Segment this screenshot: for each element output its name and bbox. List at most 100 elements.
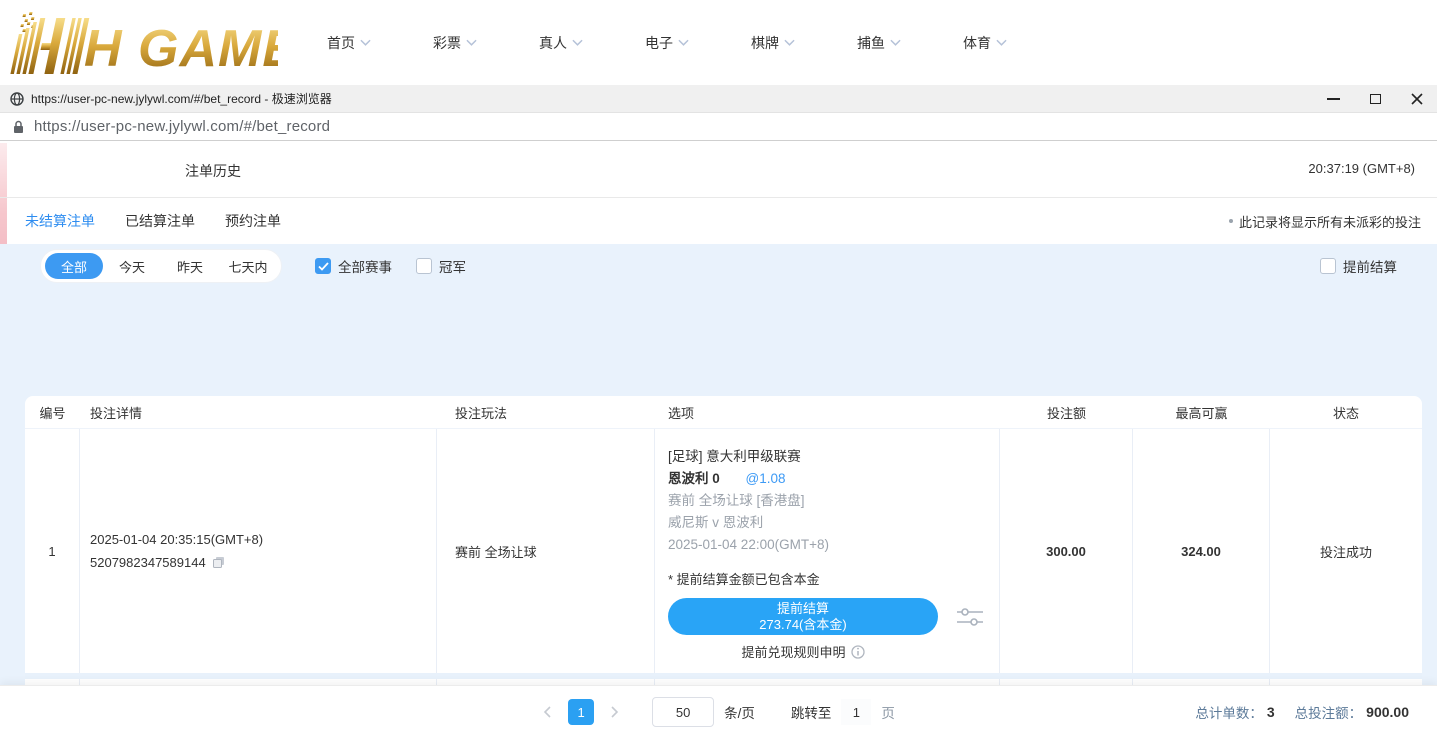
record-note-text: 此记录将显示所有未派彩的投注 — [1239, 212, 1421, 231]
bullet-dot-icon — [1229, 219, 1233, 223]
date-filter-yesterday[interactable]: 昨天 — [161, 253, 219, 279]
tab-unsettled[interactable]: 未结算注单 — [25, 211, 95, 231]
page-title: 注单历史 — [185, 161, 241, 181]
nav-item-slots[interactable]: 电子 — [645, 33, 689, 53]
date-filter-today[interactable]: 今天 — [103, 253, 161, 279]
record-tabs: 未结算注单 已结算注单 预约注单 — [25, 198, 281, 244]
date-filter-seven-days[interactable]: 七天内 — [219, 253, 277, 279]
nav-label: 彩票 — [433, 33, 461, 53]
bet-time: 2025-01-04 20:35:15(GMT+8) — [90, 528, 436, 551]
page-title-row: 注单历史 20:37:19 (GMT+8) — [0, 141, 1437, 197]
info-icon — [851, 645, 865, 659]
bet-id: 5207982347589144 — [90, 551, 206, 574]
lock-icon — [13, 120, 24, 134]
chevron-down-icon — [360, 39, 371, 46]
checkbox-unchecked-icon — [416, 258, 432, 274]
globe-icon — [10, 92, 24, 106]
match-teams: 威尼斯 v 恩波利 — [668, 512, 999, 534]
total-amount-value: 900.00 — [1366, 704, 1409, 720]
total-count-value: 3 — [1267, 704, 1275, 720]
chevron-down-icon — [784, 39, 795, 46]
col-header-no: 编号 — [25, 403, 80, 422]
url-text: https://user-pc-new.jylywl.com/#/bet_rec… — [34, 118, 330, 135]
copy-icon[interactable] — [212, 556, 225, 569]
date-filter-segment: 全部 今天 昨天 七天内 — [40, 249, 282, 283]
tab-settled[interactable]: 已结算注单 — [125, 211, 195, 231]
page-number-button[interactable]: 1 — [568, 699, 594, 725]
per-page-label: 条/页 — [724, 702, 755, 722]
page-content: 注单历史 20:37:19 (GMT+8) 未结算注单 已结算注单 预约注单 此… — [0, 141, 1437, 685]
nav-label: 体育 — [963, 33, 991, 53]
svg-text:H GAME: H GAME — [84, 20, 278, 76]
chevron-down-icon — [466, 39, 477, 46]
nav-label: 棋牌 — [751, 33, 779, 53]
pagination-footer: 1 条/页 跳转至 页 总计单数： 3 总投注额： 900.00 — [0, 685, 1437, 737]
window-controls — [1327, 85, 1423, 113]
champion-checkbox[interactable]: 冠军 — [416, 256, 466, 276]
nav-item-live[interactable]: 真人 — [539, 33, 583, 53]
champion-label: 冠军 — [439, 256, 466, 276]
early-settlement-filter: 提前结算 — [1320, 249, 1397, 283]
hh-game-logo[interactable]: H GAME — [8, 10, 278, 76]
col-header-option: 选项 — [655, 403, 1000, 422]
main-nav: 首页 彩票 真人 电子 棋牌 捕鱼 — [327, 0, 1007, 85]
prev-page-icon[interactable] — [542, 706, 554, 718]
nav-item-chess[interactable]: 棋牌 — [751, 33, 795, 53]
col-header-detail: 投注详情 — [80, 403, 437, 422]
close-icon[interactable] — [1411, 93, 1423, 105]
clock-text: 20:37:19 (GMT+8) — [1308, 161, 1415, 176]
early-settlement-label: 提前结算 — [1343, 256, 1397, 276]
cell-no: 1 — [25, 429, 80, 673]
record-note: 此记录将显示所有未派彩的投注 — [1229, 198, 1421, 244]
cashout-button[interactable]: 提前结算 273.74(含本金) — [668, 598, 938, 635]
nav-label: 首页 — [327, 33, 355, 53]
minimize-icon[interactable] — [1327, 98, 1340, 100]
cell-status: 投注成功 — [1270, 429, 1422, 673]
cashout-button-label: 提前结算 — [777, 601, 829, 617]
chevron-down-icon — [678, 39, 689, 46]
next-page-icon[interactable] — [608, 706, 620, 718]
date-filter-all[interactable]: 全部 — [45, 253, 103, 279]
nav-label: 电子 — [645, 33, 673, 53]
jump-page-input[interactable] — [841, 699, 871, 725]
address-bar[interactable]: https://user-pc-new.jylywl.com/#/bet_rec… — [0, 113, 1437, 141]
checkbox-unchecked-icon — [1320, 258, 1336, 274]
site-header: H GAME 首页 彩票 真人 电子 棋牌 — [0, 0, 1437, 85]
chevron-down-icon — [572, 39, 583, 46]
all-events-checkbox[interactable]: 全部赛事 — [315, 256, 392, 276]
cashout-rule-link[interactable]: 提前兑现规则申明 — [668, 642, 938, 661]
tab-reserved[interactable]: 预约注单 — [225, 211, 281, 231]
sliders-icon[interactable] — [956, 606, 984, 628]
nav-item-lottery[interactable]: 彩票 — [433, 33, 477, 53]
league-name: [足球] 意大利甲级联赛 — [668, 446, 999, 468]
early-settle-note: * 提前结算金额已包含本金 — [668, 569, 999, 591]
cell-bet-detail: 2025-01-04 20:35:15(GMT+8) 5207982347589… — [80, 429, 437, 673]
event-filters: 全部赛事 冠军 — [315, 249, 466, 283]
col-header-amount: 投注额 — [1000, 403, 1133, 422]
bet-table: 编号 投注详情 投注玩法 选项 投注额 最高可赢 状态 1 2025-01-04… — [25, 396, 1422, 685]
pick-name: 恩波利 0 — [668, 471, 720, 486]
nav-item-home[interactable]: 首页 — [327, 33, 371, 53]
maximize-icon[interactable] — [1370, 94, 1381, 104]
table-header-row: 编号 投注详情 投注玩法 选项 投注额 最高可赢 状态 — [25, 396, 1422, 429]
market-type: 赛前 全场让球 [香港盘] — [668, 490, 999, 512]
all-events-label: 全部赛事 — [338, 256, 392, 276]
nav-item-sports[interactable]: 体育 — [963, 33, 1007, 53]
page-size-input[interactable] — [652, 697, 714, 727]
cell-bet-amount: 300.00 — [1000, 429, 1133, 673]
cell-max-win: 324.00 — [1133, 429, 1270, 673]
cashout-rule-text: 提前兑现规则申明 — [741, 642, 845, 661]
totals-summary: 总计单数： 3 总投注额： 900.00 — [1195, 686, 1409, 737]
total-count-label: 总计单数： — [1195, 702, 1263, 722]
col-header-max-win: 最高可赢 — [1133, 403, 1270, 422]
col-header-status: 状态 — [1270, 403, 1422, 422]
page-unit-label: 页 — [881, 702, 895, 722]
nav-item-fishing[interactable]: 捕鱼 — [857, 33, 901, 53]
col-header-play: 投注玩法 — [437, 403, 655, 422]
bet-record-window: H GAME 首页 彩票 真人 电子 棋牌 — [0, 0, 1437, 737]
table-zone-background: 全部 今天 昨天 七天内 全部赛事 冠军 — [0, 244, 1437, 685]
jump-to-label: 跳转至 — [791, 702, 832, 722]
table-row: 1 2025-01-04 20:35:15(GMT+8) 52079823475… — [25, 429, 1422, 673]
early-settlement-checkbox[interactable]: 提前结算 — [1320, 256, 1397, 276]
nav-label: 捕鱼 — [857, 33, 885, 53]
